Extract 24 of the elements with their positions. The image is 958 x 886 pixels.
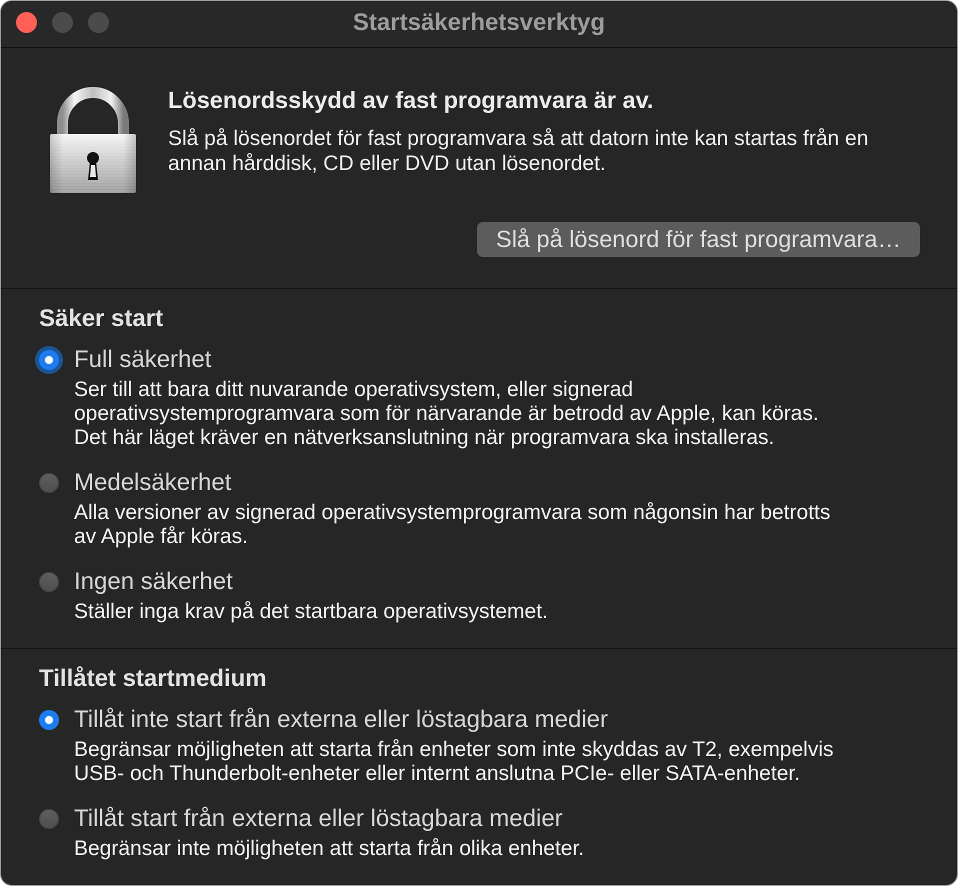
option-description: Begränsar möjligheten att starta från enheter som inte skyddas av T2, exempelvis USB- och Thunderbolt-enheter eller internt anslutna PCIe- eller SATA-enheter. [74,738,834,786]
section-title: Tillåtet startmedium [39,665,268,693]
padlock-icon [50,87,136,193]
status-heading: Lösenordsskydd av fast programvara är av. [168,87,654,113]
option-label: Tillåt inte start från externa eller löstagbara medier [74,706,608,734]
option-label: Medelsäkerhet [74,469,232,497]
option-label: Tillåt start från externa eller löstagbara medier [74,805,563,833]
radio-button[interactable] [39,473,59,493]
option-label: Ingen säkerhet [74,568,233,596]
minimize-button[interactable] [52,12,73,33]
radio-button[interactable] [39,710,59,730]
zoom-button[interactable] [88,12,109,33]
section-title: Säker start [39,305,164,333]
option-description: Begränsar inte möjligheten att starta från olika enheter. [74,837,586,861]
radio-button[interactable] [39,809,59,829]
option-description: Ser till att bara ditt nuvarande operativsystem, eller signerad operativsystemprogramvara som för närvarande är betrodd av Apple, kan köras. Det här läget kräver en nätverksanslutning när programvara ska installeras. [74,378,820,450]
radio-button[interactable] [39,572,59,592]
option-label: Full säkerhet [74,346,212,374]
status-description: Slå på lösenordet för fast programvara så att datorn inte kan startas från en annan hårddisk, CD eller DVD utan lösenordet. [168,126,870,176]
option-description: Alla versioner av signerad operativsystemprogramvara som någonsin har betrotts av Apple får köras. [74,501,832,549]
enable-password-button[interactable]: Slå på lösenord för fast programvara… [477,222,920,257]
option-description: Ställer inga krav på det startbara operativsystemet. [74,600,549,624]
window-title: Startsäkerhetsverktyg [352,8,606,36]
close-button[interactable] [16,12,37,33]
